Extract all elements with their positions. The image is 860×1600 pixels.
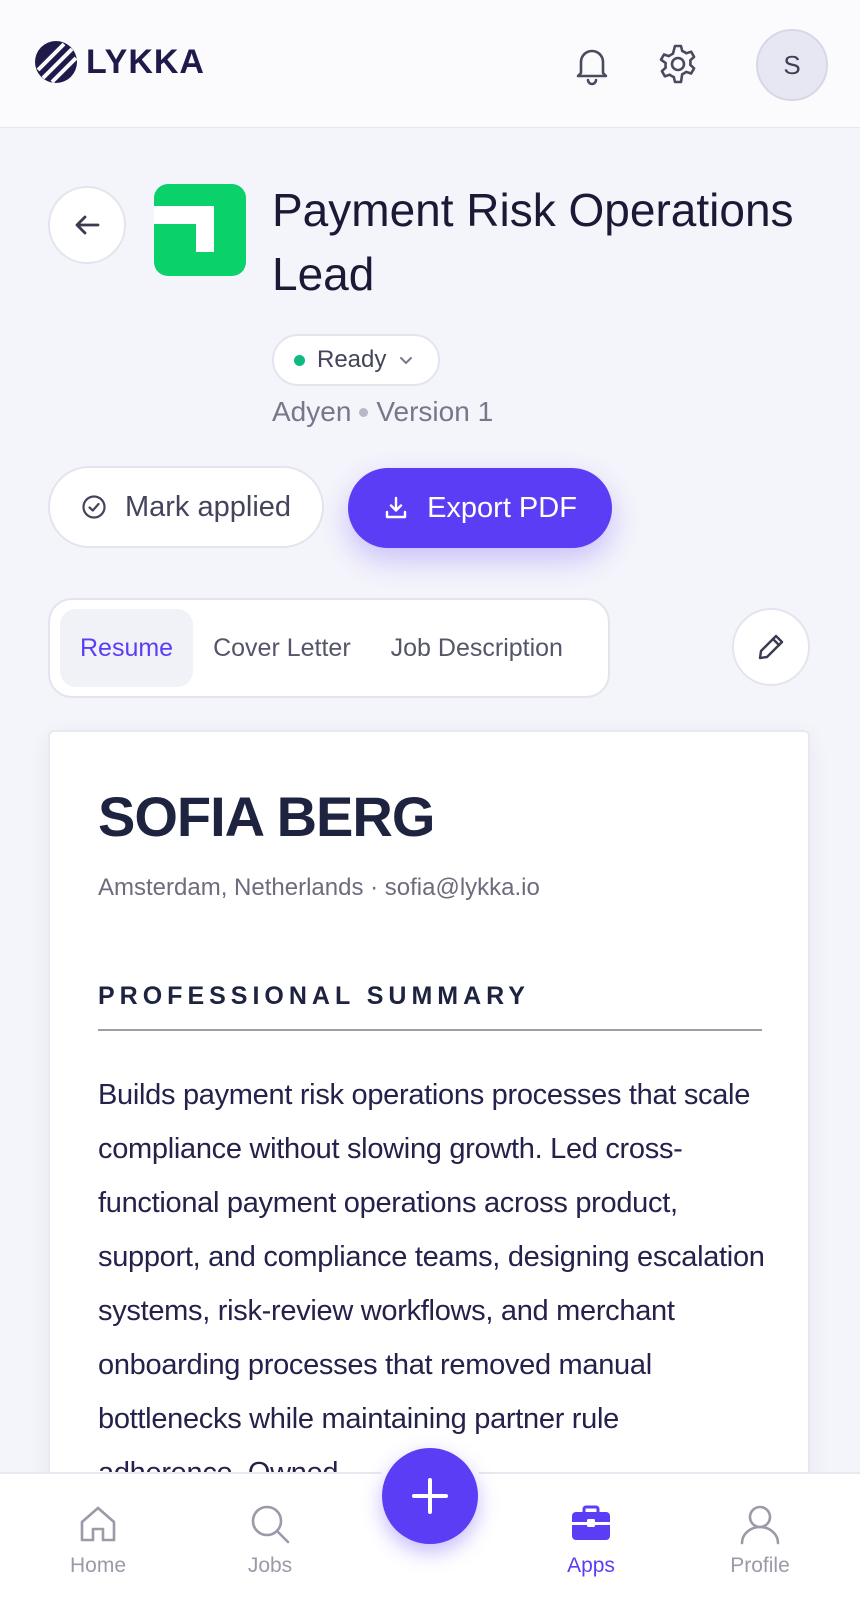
app-header: LYKKA S	[0, 0, 860, 128]
nav-item-profile[interactable]: Profile	[700, 1502, 820, 1578]
check-circle-icon	[82, 495, 106, 519]
edit-button[interactable]	[732, 608, 810, 686]
document-tabs: Resume Cover Letter Job Description	[48, 598, 610, 698]
gear-icon[interactable]	[656, 42, 700, 86]
user-avatar[interactable]: S	[756, 29, 828, 101]
job-title: Payment Risk Operations Lead	[272, 184, 794, 300]
version-label: Version 1	[376, 396, 494, 427]
user-icon	[740, 1505, 780, 1545]
home-icon	[80, 1506, 116, 1542]
nav-item-home[interactable]: Home	[38, 1502, 158, 1578]
resume-contact: Amsterdam, Netherlands · sofia@lykka.io	[98, 874, 540, 901]
nav-item-apps[interactable]: Apps	[531, 1502, 651, 1578]
mark-applied-button[interactable]: Mark applied	[48, 466, 324, 548]
pencil-icon	[758, 634, 784, 660]
add-button[interactable]	[382, 1448, 478, 1544]
brand-name: LYKKA	[86, 42, 205, 81]
avatar-initial: S	[783, 49, 801, 80]
bell-icon[interactable]	[570, 42, 614, 86]
nav-item-jobs[interactable]: Jobs	[210, 1502, 330, 1578]
export-pdf-label: Export PDF	[427, 491, 577, 524]
mark-applied-label: Mark applied	[124, 490, 292, 523]
tab-job-description[interactable]: Job Description	[371, 609, 583, 687]
tab-resume[interactable]: Resume	[60, 609, 194, 687]
back-button[interactable]	[48, 186, 126, 264]
section-divider	[98, 1029, 762, 1031]
nav-label-profile: Profile	[730, 1554, 790, 1577]
nav-label-jobs: Jobs	[247, 1554, 293, 1577]
brand-logo[interactable]: LYKKA	[34, 40, 205, 84]
resume-name: SOFIA BERG	[98, 785, 435, 848]
arrow-left-icon	[75, 215, 100, 235]
summary-text: Builds payment risk operations processes…	[98, 1079, 765, 1489]
adyen-logo-icon	[154, 206, 214, 252]
status-label: Ready	[317, 346, 387, 373]
job-meta: Adyen Version 1	[272, 396, 493, 428]
export-pdf-button[interactable]: Export PDF	[348, 468, 612, 548]
chevron-down-icon	[400, 357, 413, 365]
company-name: Adyen	[272, 396, 352, 427]
logo-mark-icon	[35, 41, 78, 84]
briefcase-icon	[572, 1505, 610, 1540]
tab-cover-letter[interactable]: Cover Letter	[193, 609, 371, 687]
nav-label-apps: Apps	[567, 1554, 615, 1577]
section-heading: PROFESSIONAL SUMMARY	[98, 982, 530, 1010]
status-dropdown[interactable]: Ready	[272, 334, 440, 386]
company-logo	[154, 184, 246, 276]
download-icon	[385, 496, 407, 519]
status-dot-icon	[294, 354, 305, 366]
search-icon	[251, 1505, 290, 1544]
separator-dot	[359, 407, 369, 417]
nav-label-home: Home	[69, 1554, 127, 1577]
plus-icon	[412, 1478, 448, 1514]
